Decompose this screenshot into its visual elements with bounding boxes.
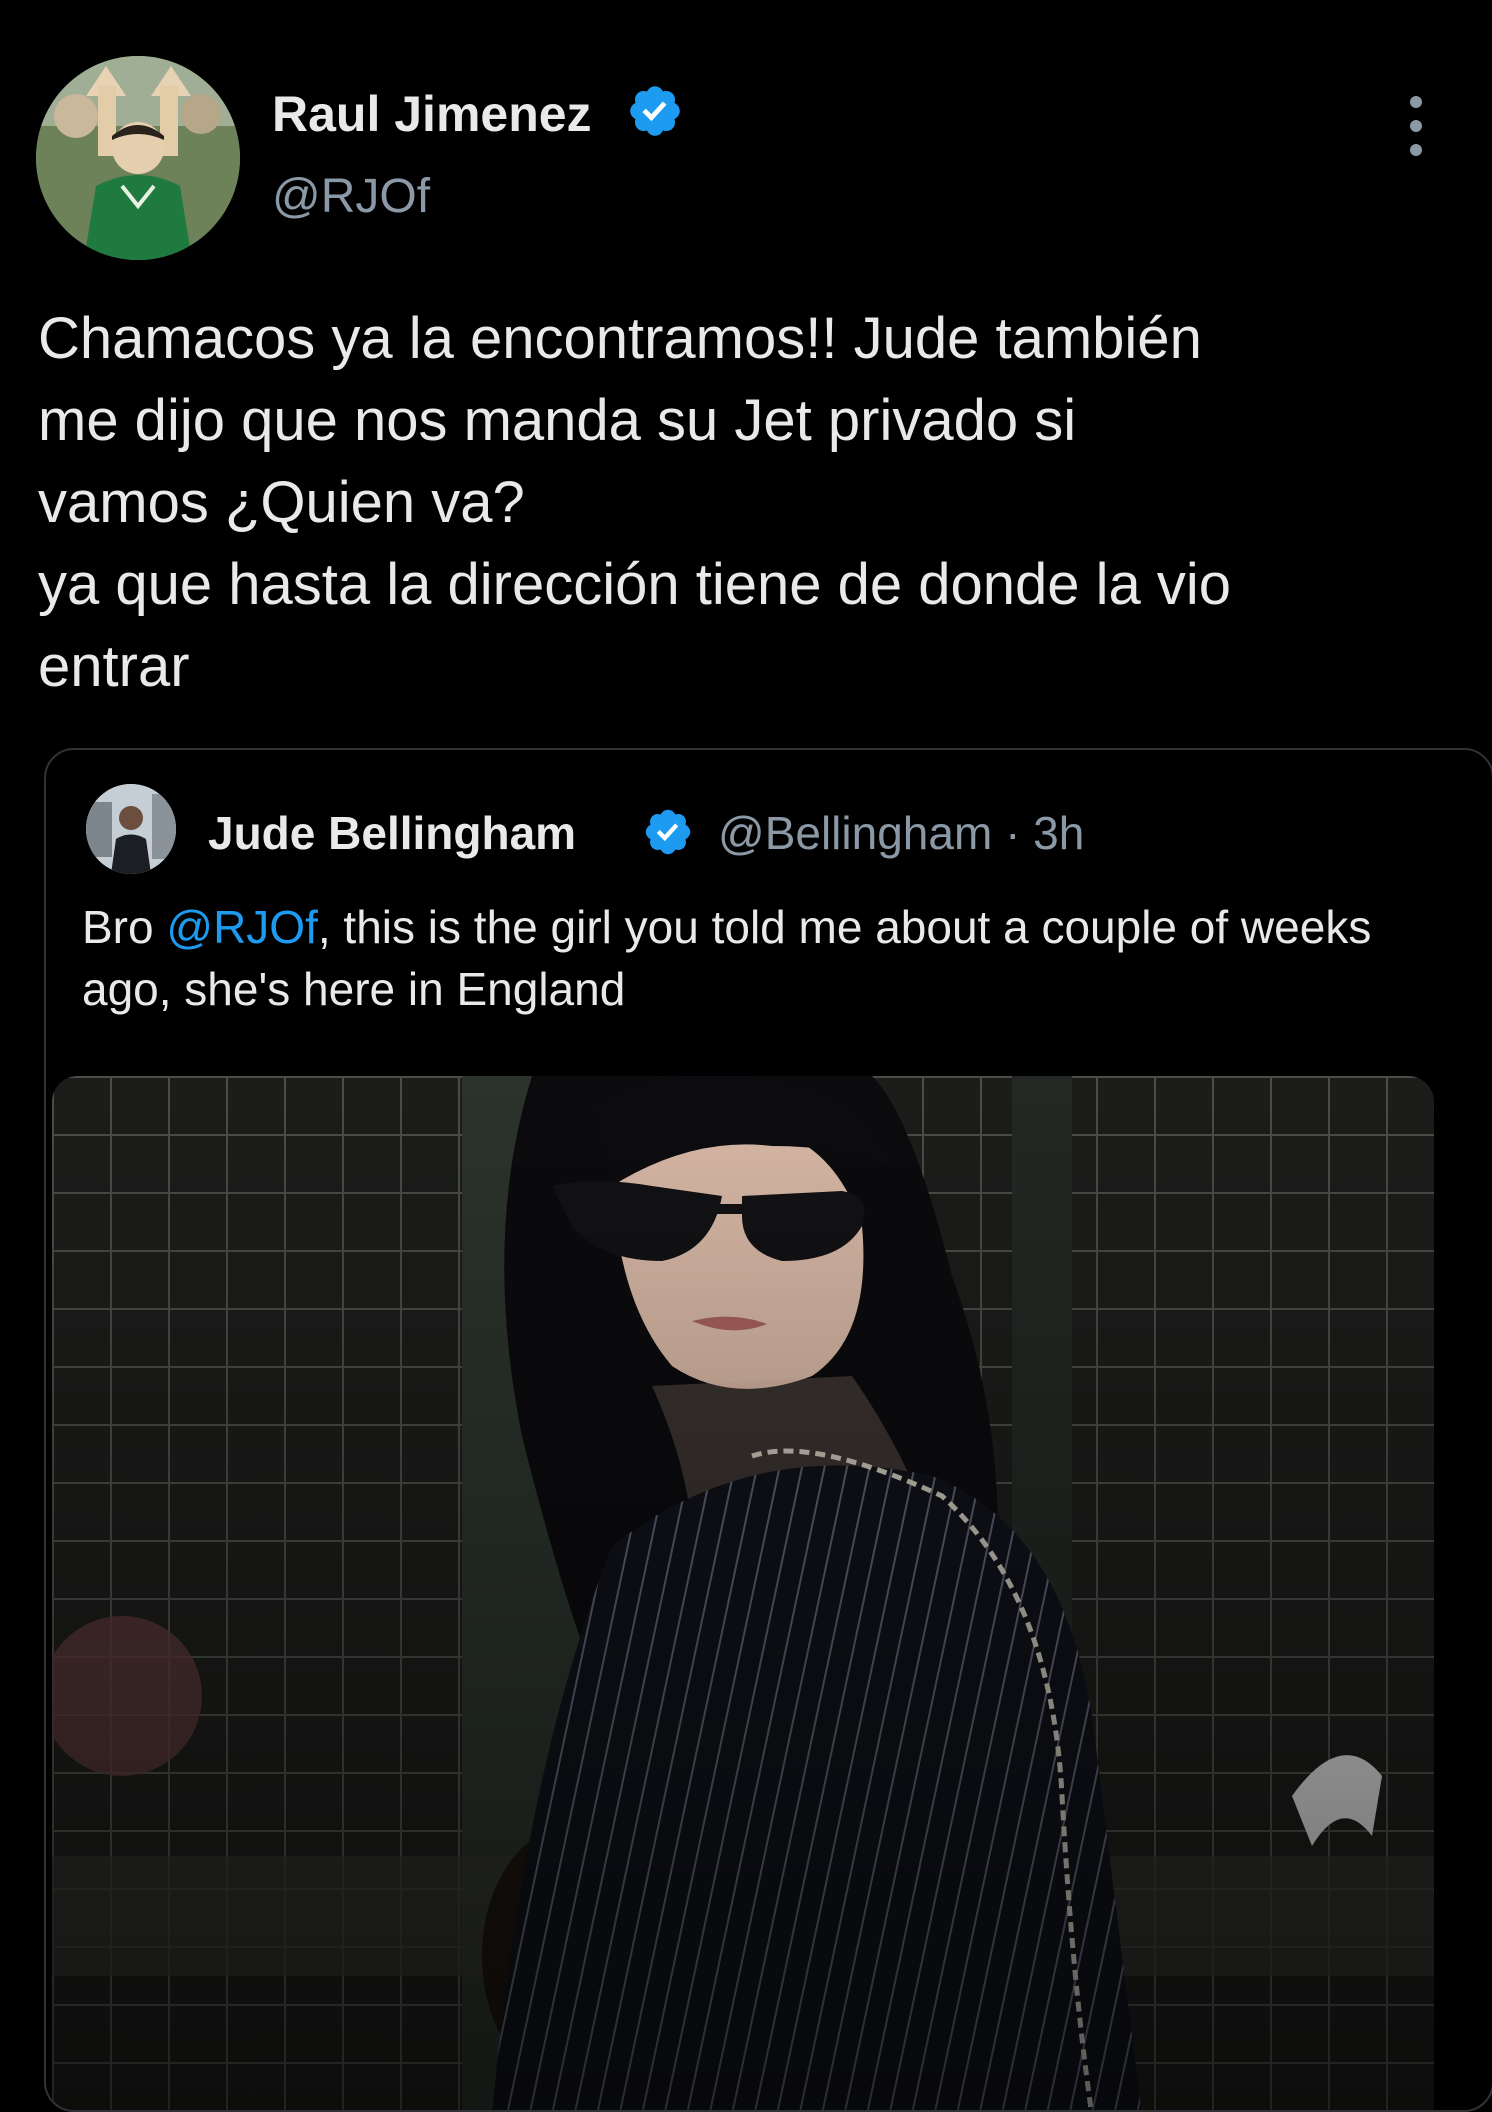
- quoted-text-before: Bro: [82, 901, 167, 953]
- quoted-tweet-meta: @Bellingham · 3h: [718, 806, 1084, 860]
- quoted-tweet-time[interactable]: 3h: [1033, 807, 1084, 859]
- tweet-header: Raul Jimenez @RJOf: [0, 0, 1492, 270]
- quoted-author-avatar-image: [86, 784, 176, 874]
- more-vertical-icon: [1410, 120, 1422, 132]
- quoted-tweet-photo[interactable]: [52, 1076, 1434, 2110]
- mention-link[interactable]: @RJOf: [166, 901, 317, 953]
- tweet-text: Chamacos ya la encontramos!! Jude tambié…: [38, 306, 1232, 699]
- author-avatar-image: [36, 56, 240, 260]
- author-display-name[interactable]: Raul Jimenez: [272, 84, 592, 144]
- author-handle[interactable]: @RJOf: [272, 168, 430, 226]
- more-vertical-icon: [1410, 96, 1422, 108]
- quoted-tweet-card[interactable]: Jude Bellingham @Bellingham · 3h Bro @RJ…: [44, 748, 1492, 2112]
- meta-separator: ·: [1005, 807, 1021, 859]
- quoted-author-avatar[interactable]: [86, 784, 176, 874]
- quoted-author-display-name[interactable]: Jude Bellingham: [208, 806, 576, 860]
- quoted-tweet-text: Bro @RJOf, this is the girl you told me …: [82, 896, 1462, 1020]
- verified-badge-icon: [645, 809, 691, 855]
- more-vertical-icon: [1410, 144, 1422, 156]
- author-avatar[interactable]: [36, 56, 240, 260]
- quoted-author-handle[interactable]: @Bellingham: [718, 807, 992, 859]
- verified-badge-icon: [630, 86, 680, 136]
- more-options-button[interactable]: [1392, 96, 1440, 156]
- photo-image: [52, 1076, 1434, 2110]
